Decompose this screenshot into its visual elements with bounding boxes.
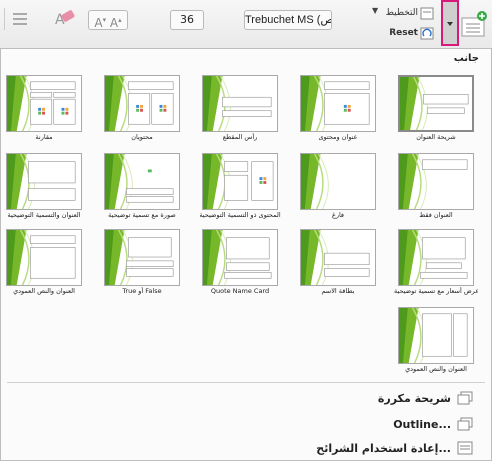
layout-thumbnail	[300, 153, 376, 210]
layout-tile[interactable]: Quote Name Card	[202, 229, 278, 300]
layout-label: التخطيط	[385, 8, 418, 18]
layout-label: True أو False	[122, 287, 162, 295]
layout-label: عرض أسعار مع تسمية توضيحية	[394, 287, 478, 295]
layout-tile[interactable]: عرض أسعار مع تسمية توضيحية	[394, 229, 478, 300]
reset-icon	[420, 27, 434, 40]
clear-format-button[interactable]: A	[52, 8, 78, 30]
layout-tile[interactable]: True أو False	[104, 229, 180, 300]
layout-label: شريحة العنوان	[416, 133, 456, 141]
layout-tile[interactable]: المحتوى ذو التسمية التوضيحية	[199, 153, 281, 224]
layout-tile[interactable]: صورة مع تسمية توضيحية	[104, 153, 180, 224]
layout-thumbnail	[300, 229, 376, 286]
layout-tile[interactable]: رأس المقطع	[202, 75, 278, 146]
duplicate-label: شريحة مكررة	[377, 391, 451, 405]
layout-label: فارغ	[331, 211, 345, 219]
layout-tile[interactable]: العنوان فقط	[398, 153, 474, 224]
new-slide-button[interactable]	[458, 10, 488, 40]
layout-button[interactable]: التخطيط	[386, 6, 434, 22]
layout-tile[interactable]: العنوان والنص العمودي	[6, 229, 82, 300]
reuse-slides-item[interactable]: إعادة استخدام الشرائح...	[316, 439, 473, 457]
layout-thumbnail	[6, 153, 82, 210]
outline-label: Outline...	[393, 417, 451, 431]
duplicate-icon	[457, 391, 473, 405]
bullets-button[interactable]	[4, 8, 32, 30]
layout-thumbnail	[202, 75, 278, 132]
layout-icon	[420, 7, 434, 20]
layout-label: رأس المقطع	[222, 133, 258, 141]
layout-gallery-panel: جانب شريحة العنوان عنوان ومحتوى رأس المقطع…	[0, 48, 492, 461]
reuse-label: إعادة استخدام الشرائح...	[316, 441, 451, 455]
layout-tile[interactable]: بطاقة الاسم	[300, 229, 376, 300]
layout-thumbnail	[398, 307, 474, 364]
layout-label: العنوان والنص العمودي	[13, 287, 75, 295]
layout-label: العنوان فقط	[419, 211, 453, 219]
layout-tile[interactable]: مقارنة	[6, 75, 82, 146]
layout-label: المحتوى ذو التسمية التوضيحية	[199, 211, 281, 219]
eraser-icon: A	[55, 10, 75, 28]
layout-label: العنوان والنص العمودي	[405, 365, 467, 373]
layout-label: Quote Name Card	[210, 287, 270, 295]
reset-button[interactable]: Reset	[382, 26, 434, 42]
layout-label: عنوان ومحتوى	[318, 133, 358, 141]
layout-label: صورة مع تسمية توضيحية	[108, 211, 176, 219]
layout-thumbnail	[104, 75, 180, 132]
layout-thumbnail	[104, 153, 180, 210]
menu-separator	[7, 382, 485, 383]
layout-thumbnail	[300, 75, 376, 132]
layout-thumbnail	[398, 153, 474, 210]
ribbon: التخطيط ▼ Reset Trebuchet MS (نص...) 36 …	[0, 0, 492, 49]
layout-thumbnail	[104, 229, 180, 286]
outline-item[interactable]: Outline...	[393, 415, 473, 433]
layout-thumbnail	[202, 153, 278, 210]
layout-tile[interactable]: محتويان	[104, 75, 180, 146]
layout-tile[interactable]: عنوان ومحتوى	[300, 75, 376, 146]
outline-icon	[457, 417, 473, 431]
layout-thumbnail	[202, 229, 278, 286]
reuse-icon	[457, 441, 473, 455]
reset-label: Reset	[389, 28, 418, 38]
layout-tile[interactable]: شريحة العنوان	[398, 75, 474, 146]
new-slide-icon	[461, 11, 487, 37]
layout-chevron-icon: ▼	[372, 6, 379, 15]
duplicate-slide-item[interactable]: شريحة مكررة	[378, 389, 473, 407]
layout-label: العنوان والتسمية التوضيحية	[7, 211, 81, 219]
list-icon	[13, 13, 27, 25]
layout-thumbnail	[398, 229, 474, 286]
layout-tile[interactable]: العنوان والتسمية التوضيحية	[6, 153, 82, 224]
font-name-field[interactable]: Trebuchet MS (نص...)	[244, 10, 332, 30]
font-size-field[interactable]: 36	[170, 10, 204, 30]
layout-tile[interactable]: العنوان والنص العمودي	[398, 307, 474, 378]
gallery-section-title: جانب	[453, 53, 479, 64]
decrease-font-button[interactable]: A▾ A▴	[88, 10, 128, 30]
new-slide-dropdown[interactable]	[441, 0, 459, 46]
layout-thumbnail	[398, 75, 474, 132]
layout-thumbnail	[6, 75, 82, 132]
layout-label: مقارنة	[35, 133, 53, 141]
layout-label: محتويان	[131, 133, 153, 141]
dropdown-arrow-icon	[447, 22, 453, 26]
layout-thumbnail	[6, 229, 82, 286]
layout-label: بطاقة الاسم	[321, 287, 355, 295]
layout-tile[interactable]: فارغ	[300, 153, 376, 224]
